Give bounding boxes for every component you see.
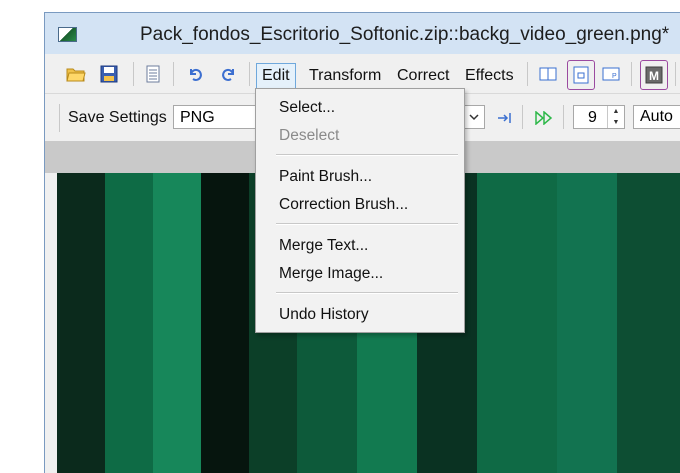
menu-correct[interactable]: Correct	[392, 63, 454, 89]
stepper-down-icon[interactable]: ▼	[608, 117, 624, 128]
window-title: Pack_fondos_Escritorio_Softonic.zip::bac…	[140, 24, 670, 45]
single-view-icon[interactable]	[537, 63, 559, 85]
skip-end-icon[interactable]	[494, 107, 516, 129]
menu-item-deselect: Deselect	[279, 127, 340, 144]
chevron-down-icon[interactable]	[463, 105, 485, 129]
menu-item-select[interactable]: Select...	[279, 99, 335, 117]
menu-divider	[276, 292, 458, 294]
menu-edit[interactable]: Edit	[256, 63, 296, 91]
svg-text:M: M	[649, 69, 659, 83]
menu-transform[interactable]: Transform	[304, 63, 386, 89]
format-select[interactable]: PNG	[173, 105, 257, 129]
toolbar-divider	[527, 62, 528, 86]
toolbar-grip	[59, 104, 60, 132]
app-icon	[58, 27, 77, 42]
quality-stepper[interactable]: 9 ▲ ▼	[573, 105, 625, 129]
menu-divider	[276, 223, 458, 225]
save-icon[interactable]	[98, 63, 120, 85]
menu-divider	[276, 154, 458, 156]
edit-dropdown-menu: Select... Deselect Paint Brush... Correc…	[255, 88, 465, 333]
save-settings-label: Save Settings	[68, 109, 167, 126]
open-folder-icon[interactable]	[65, 63, 87, 85]
properties-icon[interactable]	[142, 63, 164, 85]
menu-item-undo-history[interactable]: Undo History	[279, 306, 369, 324]
menu-item-merge-image[interactable]: Merge Image...	[279, 265, 383, 283]
undo-icon[interactable]	[184, 63, 206, 85]
toolbar-divider	[563, 105, 564, 129]
svg-text:P: P	[612, 73, 617, 80]
redo-icon[interactable]	[218, 63, 240, 85]
toolbar-divider	[631, 62, 632, 86]
menu-item-merge-text[interactable]: Merge Text...	[279, 237, 368, 255]
fit-view-icon[interactable]	[567, 60, 595, 90]
title-bar[interactable]: Pack_fondos_Escritorio_Softonic.zip::bac…	[45, 13, 680, 54]
menu-item-paint-brush[interactable]: Paint Brush...	[279, 168, 372, 186]
toolbar-divider	[133, 62, 134, 86]
toolbar-divider	[675, 62, 676, 86]
stepper-up-icon[interactable]: ▲	[608, 106, 624, 117]
stepper-buttons: ▲ ▼	[607, 106, 624, 128]
toolbar-divider	[522, 105, 523, 129]
menu-effects[interactable]: Effects	[460, 63, 519, 89]
quality-value: 9	[588, 109, 597, 126]
toolbar-divider	[249, 62, 250, 86]
fast-forward-icon[interactable]	[533, 107, 555, 129]
meta-icon[interactable]: M	[640, 60, 668, 90]
toolbar-divider	[173, 62, 174, 86]
page-view-icon[interactable]: P	[600, 63, 622, 85]
mode-select[interactable]: Auto	[633, 105, 680, 129]
menu-item-correction-brush[interactable]: Correction Brush...	[279, 196, 408, 214]
